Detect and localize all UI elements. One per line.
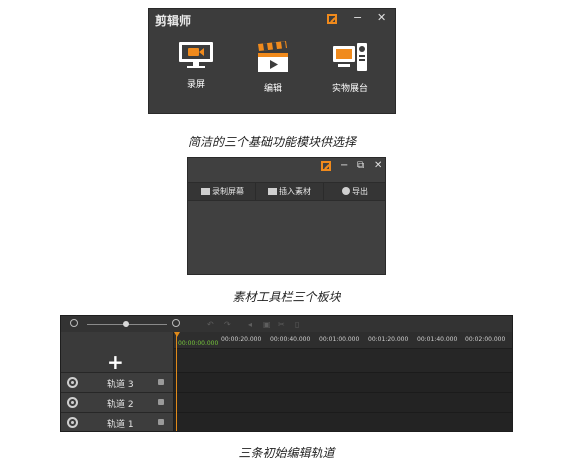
launcher-window: 剪辑师 − ✕ 录屏 编辑 实物展台 (148, 8, 396, 114)
zoom-in-icon[interactable] (172, 319, 180, 327)
cut-icon[interactable]: ✂ (278, 320, 285, 329)
timeline-area[interactable]: 00:00:00.000 00:00:20.000 00:00:40.000 0… (174, 332, 512, 431)
track-label: 轨道 1 (107, 420, 134, 430)
caption-toolbar: 素材工具栏三个板块 (232, 290, 341, 304)
current-time: 00:00:00.000 (178, 340, 219, 347)
caption-tracks: 三条初始编辑轨道 (238, 446, 335, 460)
track-label: 轨道 3 (107, 380, 134, 390)
app-title: 剪辑师 (155, 14, 192, 28)
insert-media-icon (268, 188, 277, 195)
function-label-record: 录屏 (186, 80, 205, 90)
track-header-panel: + 轨道 3 轨道 2 轨道 1 (61, 332, 174, 431)
undo-icon[interactable]: ↶ (207, 320, 214, 329)
clapperboard-icon (258, 41, 288, 72)
minimize-button[interactable]: − (340, 160, 348, 172)
ruler-label: 00:00:20.000 (221, 336, 262, 343)
timeline-editor: ↶ ↷ ◂ ▣ ✂ ▯ + 轨道 3 轨道 2 轨道 1 00:00:00.00… (60, 315, 513, 432)
export-label: 导出 (352, 187, 368, 196)
film-reel-icon (67, 417, 78, 428)
playhead[interactable] (176, 332, 177, 431)
insert-media-button[interactable]: 插入素材 (256, 183, 324, 200)
lock-icon[interactable] (158, 379, 164, 385)
media-toolbar-window: − ⧉ ✕ 录制屏幕 插入素材 导出 (187, 157, 386, 275)
restore-button[interactable]: ⧉ (357, 160, 364, 172)
track-header[interactable]: 轨道 2 (61, 392, 173, 412)
ruler-label: 00:00:40.000 (270, 336, 311, 343)
film-reel-icon (67, 377, 78, 388)
track-header[interactable]: 轨道 3 (61, 372, 173, 392)
minimize-button[interactable]: − (353, 12, 362, 24)
zoom-slider-handle[interactable] (123, 321, 129, 327)
export-button[interactable]: 导出 (324, 183, 385, 200)
document-camera-function[interactable]: 实物展台 (320, 41, 380, 94)
track-lane[interactable] (174, 372, 512, 392)
export-icon (342, 187, 350, 195)
function-label-document-camera: 实物展台 (331, 84, 368, 94)
split-icon[interactable]: ◂ (248, 320, 252, 329)
function-label-edit: 编辑 (263, 84, 282, 94)
redo-icon[interactable]: ↷ (224, 320, 231, 329)
trim-icon[interactable]: ▣ (263, 320, 271, 329)
record-screen-function[interactable]: 录屏 (166, 41, 226, 90)
mini-mode-icon[interactable] (327, 14, 337, 24)
record-screen-button[interactable]: 录制屏幕 (188, 183, 256, 200)
ruler-label: 00:01:00.000 (319, 336, 360, 343)
ruler-label: 00:02:00.000 (465, 336, 506, 343)
lock-icon[interactable] (158, 399, 164, 405)
playhead-handle[interactable] (174, 332, 180, 337)
insert-media-label: 插入素材 (279, 187, 311, 196)
monitor-record-icon (179, 42, 213, 68)
document-camera-icon (333, 43, 367, 71)
caption-functions: 简洁的三个基础功能模块供选择 (187, 135, 356, 149)
ruler-label: 00:01:20.000 (368, 336, 409, 343)
mini-mode-icon[interactable] (321, 161, 331, 171)
time-ruler[interactable]: 00:00:00.000 00:00:20.000 00:00:40.000 0… (174, 332, 512, 349)
delete-icon[interactable]: ▯ (295, 320, 299, 329)
close-button[interactable]: ✕ (374, 160, 382, 172)
track-label: 轨道 2 (107, 400, 134, 410)
add-track-button[interactable]: + (107, 352, 124, 372)
ruler-label: 00:01:40.000 (417, 336, 458, 343)
zoom-out-icon[interactable] (70, 319, 78, 327)
record-screen-icon (201, 188, 210, 195)
track-lane[interactable] (174, 392, 512, 412)
close-button[interactable]: ✕ (377, 12, 386, 24)
timeline-toolbar: ↶ ↷ ◂ ▣ ✂ ▯ (61, 316, 512, 333)
record-screen-label: 录制屏幕 (212, 187, 244, 196)
track-lane[interactable] (174, 412, 512, 431)
track-header[interactable]: 轨道 1 (61, 412, 173, 431)
media-toolbar: 录制屏幕 插入素材 导出 (188, 182, 385, 201)
lock-icon[interactable] (158, 419, 164, 425)
film-reel-icon (67, 397, 78, 408)
edit-function[interactable]: 编辑 (243, 41, 303, 94)
